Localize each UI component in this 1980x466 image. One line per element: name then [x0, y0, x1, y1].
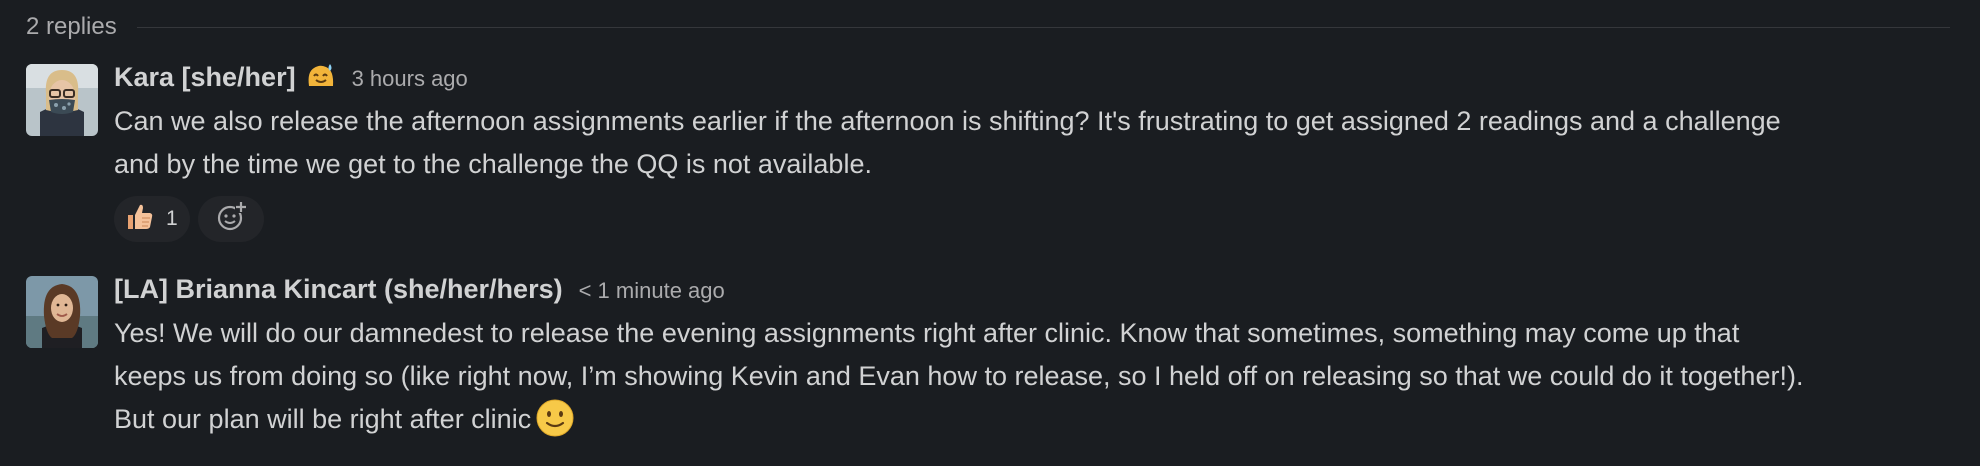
message-line-text: But our plan will be right after clinic: [114, 404, 531, 434]
reactions-bar: 1: [114, 196, 1964, 242]
add-reaction-icon: [215, 201, 247, 238]
replies-count-label: 2 replies: [26, 13, 117, 41]
reaction-thumbs-up[interactable]: 1: [114, 196, 190, 242]
add-reaction-button[interactable]: [198, 196, 264, 242]
message-line: Yes! We will do our damnedest to release…: [114, 312, 1964, 355]
message-body: Kara [she/her] 3 hours ago Can we also r…: [114, 58, 1964, 242]
author-name[interactable]: Kara [she/her]: [114, 58, 296, 96]
author-name[interactable]: [LA] Brianna Kincart (she/her/hers): [114, 270, 563, 308]
avatar-brianna[interactable]: [26, 276, 98, 348]
divider-line: [137, 27, 1950, 28]
message-body: [LA] Brianna Kincart (she/her/hers) < 1 …: [114, 270, 1964, 441]
message-line: keeps us from doing so (like right now, …: [114, 355, 1964, 398]
message-timestamp[interactable]: < 1 minute ago: [579, 272, 725, 310]
message-line: Can we also release the afternoon assign…: [114, 100, 1964, 143]
slightly-smiling-face-icon: [535, 398, 575, 438]
message-text: Yes! We will do our damnedest to release…: [114, 312, 1964, 441]
message-timestamp[interactable]: 3 hours ago: [352, 60, 468, 98]
thumbs-up-icon: [124, 201, 156, 238]
message-line: and by the time we get to the challenge …: [114, 143, 1964, 186]
message-text: Can we also release the afternoon assign…: [114, 100, 1964, 186]
message-line-last: But our plan will be right after clinic: [114, 398, 1964, 441]
message-header: Kara [she/her] 3 hours ago: [114, 58, 1964, 96]
avatar-kara[interactable]: [26, 64, 98, 136]
thread-replies-divider: 2 replies: [26, 10, 1950, 44]
message-header: [LA] Brianna Kincart (she/her/hers) < 1 …: [114, 270, 1964, 308]
reaction-count: 1: [166, 207, 178, 231]
sweat-smile-blob-icon[interactable]: [306, 62, 336, 88]
